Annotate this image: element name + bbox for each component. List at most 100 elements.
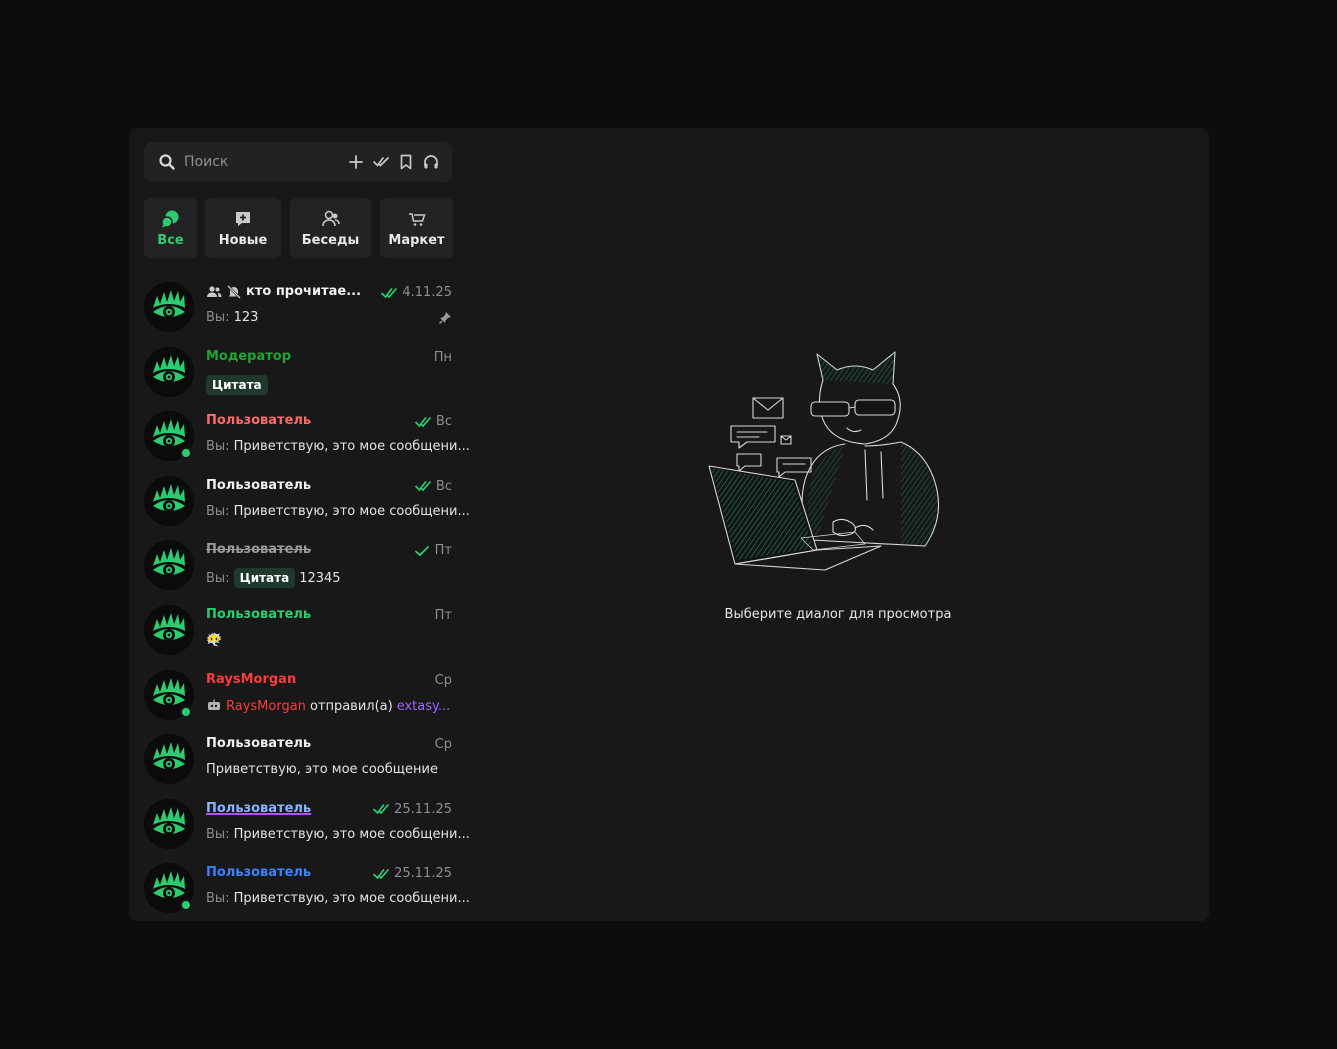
chat-meta: Пт (435, 608, 452, 623)
pin-icon (438, 310, 452, 324)
chat-preview: Вы: 123 (206, 310, 258, 325)
tab-label: Все (157, 232, 184, 248)
tab-conversations[interactable]: Беседы (290, 198, 371, 258)
chat-name: Пользователь (206, 413, 312, 429)
chat-meta: Пт (414, 543, 452, 558)
chat-list-item[interactable]: Пользователь Вс Вы: Приветствую, это мое со… (142, 472, 470, 532)
muted-icon (226, 284, 242, 299)
tab-all[interactable]: Все (144, 198, 197, 258)
empty-state-text: Выберите диалог для просмотра (724, 607, 952, 622)
chat-date: Пн (433, 349, 452, 365)
double-check-icon (415, 480, 431, 492)
chat-name: RaysMorgan (206, 671, 297, 687)
double-check-icon (415, 416, 431, 428)
search-toolbar (347, 153, 440, 171)
you-prefix: Вы: (206, 503, 230, 519)
chat-meta: Пн (434, 350, 452, 365)
chat-date: 25.11.25 (394, 801, 452, 817)
preview-text: Приветствую, это мое сообщени... (233, 891, 470, 907)
chat-preview: RaysMorgan отправил(а) extasy... (206, 698, 450, 716)
chat-preview: Вы: Приветствую, это мое сообщени... (206, 439, 470, 454)
preview-text: 123 (233, 310, 259, 325)
avatar (144, 605, 194, 655)
preview-text: отправил(а) (309, 699, 393, 715)
plus-icon[interactable] (347, 153, 365, 171)
double-check-icon (373, 803, 389, 815)
chat-list-item[interactable]: Пользователь Пт 😶‍🌫️ (142, 601, 460, 661)
preview-text: Приветствую, это мое сообщени... (233, 503, 470, 519)
chat-meta: Вс (415, 479, 452, 494)
chat-name: кто прочитае... (246, 284, 362, 299)
chat-meta: Ср (435, 673, 452, 688)
messenger-window: Все Новые Беседы Маркет кто прочитае... 4… (129, 128, 1209, 921)
chat-list-item[interactable]: кто прочитае... 4.11.25 Вы: 123 (142, 278, 460, 338)
chat-list-item[interactable]: Модератор Пн Цитата (142, 343, 460, 403)
you-prefix: Вы: (206, 826, 230, 842)
avatar (144, 346, 194, 397)
tab-label: Новые (218, 232, 268, 248)
chat-preview: Приветствую, это мое сообщение (206, 762, 438, 777)
tab-label: Маркет (388, 232, 445, 248)
filter-tabs: Все Новые Беседы Маркет (144, 198, 454, 258)
chat-name: Пользователь (206, 736, 312, 752)
chat-list-item[interactable]: Пользователь Пт Вы: Цитата 12345 (142, 536, 460, 596)
avatar (144, 734, 194, 785)
chats-icon (160, 209, 181, 229)
quote-badge: Цитата (206, 374, 268, 395)
chat-preview: Вы: Цитата 12345 (206, 568, 341, 589)
chat-date: Пт (434, 608, 452, 623)
search-input[interactable] (184, 151, 334, 173)
preview-text: Приветствую, это мое сообщени... (233, 826, 470, 842)
chat-list-item[interactable]: Пользователь Ср Приветствую, это мое сообщ… (142, 730, 460, 790)
quote-badge: Цитата (233, 568, 296, 589)
new-message-icon (233, 209, 253, 229)
preview-text: Приветствую, это мое сообщени... (233, 439, 470, 455)
chat-date: Вс (435, 478, 452, 494)
avatar (144, 798, 194, 849)
you-prefix: Вы: (206, 891, 230, 907)
chat-list-item[interactable]: Пользователь 25.11.25 Вы: Приветствую, это … (142, 859, 470, 919)
search-bar (144, 142, 452, 182)
chat-name-row: Пользователь (206, 478, 311, 493)
chat-name-row: RaysMorgan (206, 672, 296, 687)
chat-preview: 😶‍🌫️ (206, 633, 222, 648)
preview-text: Приветствую, это мое сообщение (206, 762, 438, 778)
chat-name-row: Пользователь (206, 865, 311, 880)
sticker-emoji: 😶‍🌫️ (206, 633, 223, 648)
double-check-icon[interactable] (372, 153, 390, 171)
tab-new[interactable]: Новые (205, 198, 281, 258)
chat-name: Модератор (206, 348, 292, 364)
chat-date: Ср (434, 737, 452, 753)
preview-text: 12345 (299, 570, 341, 586)
chat-name-row: Пользователь (206, 542, 311, 557)
chat-preview: Вы: Приветствую, это мое сообщени... (206, 891, 470, 906)
chat-sidebar: Все Новые Беседы Маркет кто прочитае... 4… (129, 128, 470, 921)
chat-date: Вс (435, 414, 452, 430)
chat-list-item[interactable]: Пользователь 25.11.25 Вы: Приветствую, это … (142, 795, 470, 855)
chat-list-item[interactable]: RaysMorgan Ср RaysMorgan отправил(а) extasy.… (142, 666, 460, 726)
chat-list-item[interactable]: Пользователь Вс Вы: Приветствую, это мое со… (142, 407, 470, 467)
bot-icon (206, 698, 222, 716)
you-prefix: Вы: (206, 570, 230, 586)
chat-meta: 25.11.25 (373, 802, 452, 817)
bookmark-icon[interactable] (397, 153, 415, 171)
online-indicator (180, 705, 192, 718)
hacker-cat-illustration (705, 350, 945, 575)
you-prefix: Вы: (206, 310, 230, 325)
chat-name: Пользователь (206, 542, 312, 558)
tab-market[interactable]: Маркет (380, 198, 453, 258)
chat-meta: Вс (415, 414, 452, 429)
chat-name-row: Пользователь (206, 736, 311, 751)
headphones-icon[interactable] (422, 153, 440, 171)
group-icon (206, 285, 222, 299)
chat-meta: Ср (435, 737, 452, 752)
chat-preview: Вы: Приветствую, это мое сообщени... (206, 504, 470, 519)
chat-meta: 25.11.25 (373, 866, 452, 881)
chat-date: 25.11.25 (394, 866, 452, 882)
chat-preview: Вы: Приветствую, это мое сообщени... (206, 827, 470, 842)
avatar (144, 282, 194, 332)
chat-name-row: Пользователь (206, 607, 311, 622)
check-icon (414, 545, 430, 557)
chat-preview: Цитата (206, 374, 268, 395)
group-icon (321, 209, 341, 229)
